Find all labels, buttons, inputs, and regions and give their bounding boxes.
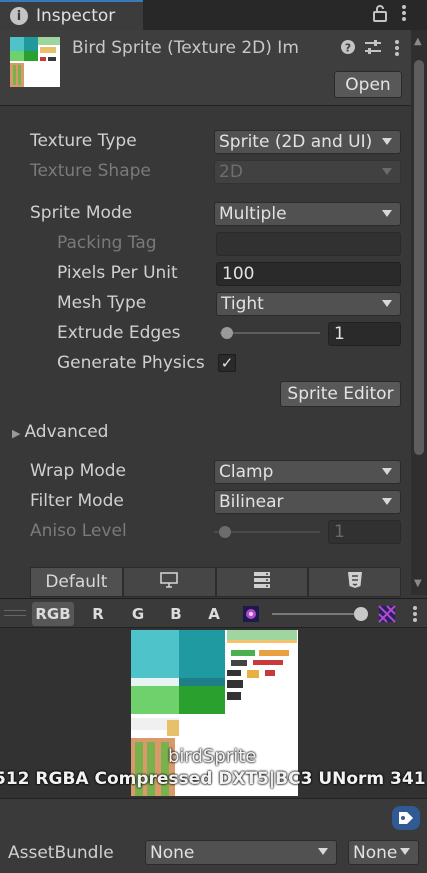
mesh-type-value: Tight <box>221 294 264 314</box>
sprite-mode-dropdown[interactable]: Multiple <box>214 202 401 226</box>
checkmark-icon: ✓ <box>220 354 234 372</box>
texture-thumbnail <box>10 37 60 87</box>
chevron-down-icon <box>382 168 392 175</box>
tab-webgl[interactable] <box>308 567 401 597</box>
pixels-per-unit-label: Pixels Per Unit <box>57 263 178 283</box>
asset-bundle-name-value: None <box>150 842 195 863</box>
packing-tag-label: Packing Tag <box>57 233 157 253</box>
aniso-level-field: 1 <box>328 520 401 544</box>
preview-toolbar: RGB R G B A <box>0 598 427 628</box>
lock-icon[interactable] <box>372 4 388 26</box>
asset-bundle-variant-value: None <box>353 842 398 863</box>
open-button[interactable]: Open <box>334 71 402 98</box>
presets-icon[interactable] <box>364 39 382 59</box>
aniso-level-label: Aniso Level <box>30 521 127 541</box>
scrollbar-thumb[interactable] <box>414 60 424 455</box>
texture-shape-label: Texture Shape <box>30 161 151 181</box>
texture-type-dropdown[interactable]: Sprite (2D and UI) <box>214 130 401 154</box>
channel-g-button[interactable]: G <box>122 602 154 626</box>
channel-r-button[interactable]: R <box>82 602 114 626</box>
mip-large-icon <box>378 605 396 628</box>
chevron-right-icon: ▶ <box>12 427 21 440</box>
filter-mode-dropdown[interactable]: Bilinear <box>214 490 401 514</box>
help-icon[interactable]: ? <box>340 39 356 59</box>
window-tab-bar: i Inspector <box>0 0 427 30</box>
mip-level-slider-knob[interactable] <box>354 607 368 621</box>
extrude-edges-label: Extrude Edges <box>57 323 181 343</box>
monitor-icon <box>159 571 179 594</box>
asset-bundle-label: AssetBundle <box>8 843 114 863</box>
sprite-mode-label: Sprite Mode <box>30 203 133 223</box>
sprite-editor-button[interactable]: Sprite Editor <box>280 381 401 407</box>
texture-shape-dropdown: 2D <box>214 160 401 184</box>
mesh-type-dropdown[interactable]: Tight <box>216 292 401 316</box>
mesh-type-label: Mesh Type <box>57 293 147 313</box>
pixels-per-unit-field[interactable]: 100 <box>216 262 401 286</box>
scroll-up-icon[interactable]: ▲ <box>414 36 422 47</box>
advanced-foldout[interactable]: ▶ Advanced <box>12 422 108 442</box>
texture-type-value: Sprite (2D and UI) <box>219 132 373 152</box>
chevron-down-icon <box>382 498 392 505</box>
wrap-mode-dropdown[interactable]: Clamp <box>214 460 401 484</box>
scroll-down-icon[interactable]: ▼ <box>414 578 422 589</box>
svg-text:?: ? <box>345 42 351 55</box>
asset-bundle-name-dropdown[interactable]: None <box>145 840 337 865</box>
platform-tabs: Default <box>30 567 401 597</box>
chevron-down-icon <box>382 138 392 145</box>
asset-header: Bird Sprite (Texture 2D) Im ? Open <box>0 30 411 106</box>
packing-tag-field <box>216 232 401 256</box>
chevron-down-icon <box>382 300 392 307</box>
label-tag-icon[interactable] <box>392 806 420 835</box>
texture-info-label: 512 RGBA Compressed DXT5|BC3 UNorm 341 <box>0 769 426 789</box>
sprite-mode-value: Multiple <box>219 204 287 224</box>
kebab-menu-icon[interactable] <box>401 4 407 26</box>
asset-bundle-variant-dropdown[interactable]: None <box>348 840 419 865</box>
aniso-level-slider-knob <box>219 526 231 538</box>
wrap-mode-label: Wrap Mode <box>30 461 126 481</box>
tab-default[interactable]: Default <box>30 567 123 597</box>
extrude-edges-slider-knob[interactable] <box>221 327 233 339</box>
channel-a-button[interactable]: A <box>198 602 230 626</box>
tab-standalone[interactable] <box>122 567 216 597</box>
asset-title: Bird Sprite (Texture 2D) Im <box>72 38 299 58</box>
kebab-menu-icon[interactable] <box>412 605 418 628</box>
wrap-mode-value: Clamp <box>219 462 274 482</box>
texture-type-label: Texture Type <box>30 131 137 151</box>
texture-shape-value: 2D <box>219 162 243 182</box>
tab-title: Inspector <box>36 6 116 26</box>
extrude-edges-field[interactable]: 1 <box>328 322 401 346</box>
chevron-down-icon <box>382 210 392 217</box>
drag-handle-icon[interactable] <box>4 615 26 616</box>
info-icon: i <box>10 7 28 25</box>
server-icon <box>252 571 272 594</box>
drag-handle-icon[interactable] <box>4 610 26 611</box>
advanced-label: Advanced <box>24 422 109 442</box>
mip-small-icon <box>242 605 260 628</box>
chevron-down-icon <box>318 848 328 855</box>
channel-b-button[interactable]: B <box>160 602 192 626</box>
generate-physics-label: Generate Physics <box>57 353 205 373</box>
tab-server[interactable] <box>215 567 309 597</box>
inspector-scrollbar[interactable]: ▲ ▼ <box>411 30 427 595</box>
asset-bundle-panel: AssetBundle None None <box>0 798 427 873</box>
tab-inspector[interactable]: i Inspector <box>0 0 143 30</box>
filter-mode-label: Filter Mode <box>30 491 124 511</box>
mip-level-slider[interactable] <box>272 613 364 615</box>
generate-physics-checkbox[interactable]: ✓ <box>218 354 236 372</box>
kebab-menu-icon[interactable] <box>394 39 400 61</box>
sprite-name-label: birdSprite <box>168 746 257 767</box>
chevron-down-icon <box>400 848 410 855</box>
texture-preview: birdSprite 512 RGBA Compressed DXT5|BC3 … <box>0 628 427 798</box>
tab-default-label: Default <box>45 572 108 592</box>
chevron-down-icon <box>382 468 392 475</box>
filter-mode-value: Bilinear <box>219 492 284 512</box>
html5-icon <box>347 571 363 594</box>
channel-rgb-button[interactable]: RGB <box>32 602 74 626</box>
extrude-edges-slider[interactable] <box>220 332 320 334</box>
